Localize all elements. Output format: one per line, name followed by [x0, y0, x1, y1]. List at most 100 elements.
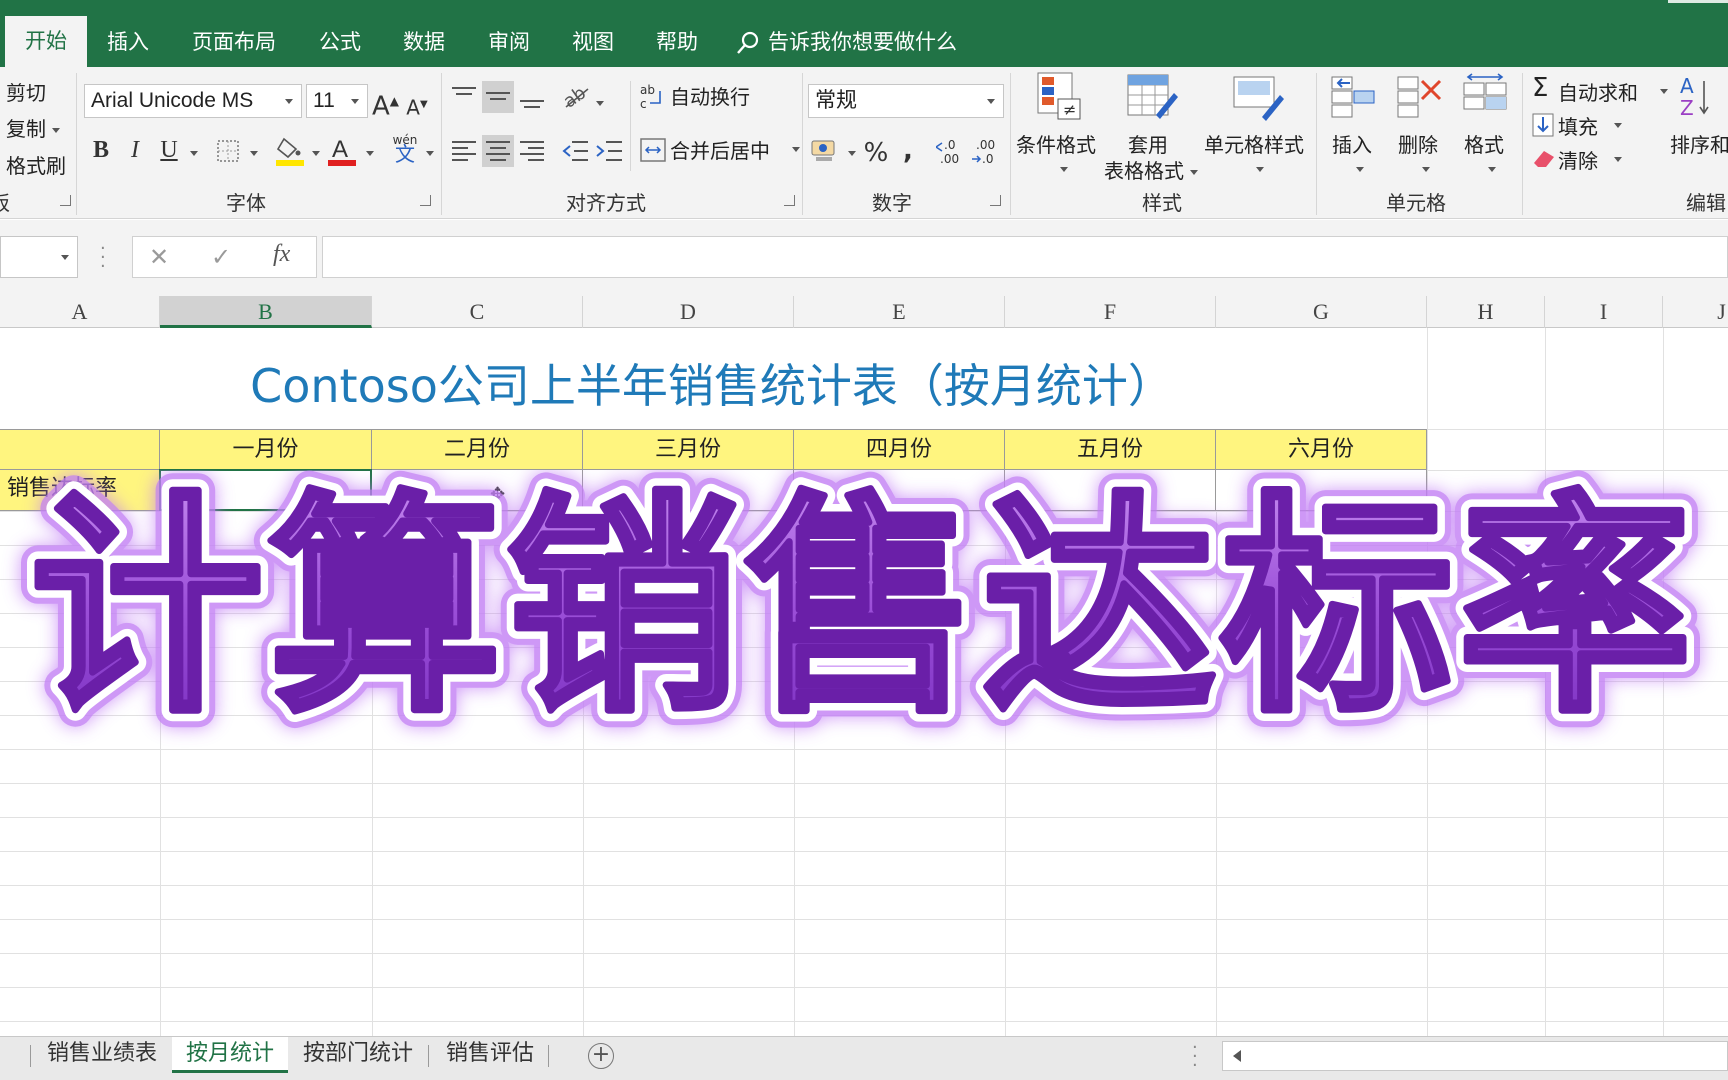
- column-header-b[interactable]: B: [160, 296, 372, 328]
- align-right-icon[interactable]: [516, 135, 548, 167]
- cell-styles-button[interactable]: 单元格样式: [1204, 71, 1308, 183]
- number-format-combo[interactable]: 常规: [808, 84, 1004, 118]
- sheet-tab-evaluation[interactable]: 销售评估: [434, 1037, 546, 1073]
- borders-icon[interactable]: [216, 139, 240, 163]
- delete-cells-button[interactable]: 删除: [1390, 71, 1450, 183]
- font-launcher-icon[interactable]: [420, 195, 431, 206]
- formula-input[interactable]: [322, 236, 1728, 278]
- chevron-down-icon: [351, 99, 359, 104]
- insert-function-icon[interactable]: fx: [273, 241, 290, 268]
- copy-button[interactable]: 复制: [6, 113, 60, 142]
- month-header-1[interactable]: 一月份: [160, 429, 372, 470]
- month-header-5[interactable]: 五月份: [1005, 429, 1216, 470]
- add-sheet-icon[interactable]: +: [588, 1043, 614, 1069]
- align-left-icon[interactable]: [448, 135, 480, 167]
- tab-help[interactable]: 帮助: [641, 22, 713, 67]
- italic-icon[interactable]: I: [120, 134, 150, 166]
- column-header-e[interactable]: E: [794, 296, 1005, 328]
- column-header-h[interactable]: H: [1427, 296, 1545, 328]
- header-cell-a[interactable]: [0, 429, 160, 470]
- sheet-tab-sales-performance[interactable]: 销售业绩表: [36, 1037, 168, 1073]
- percent-style-icon[interactable]: %: [860, 137, 892, 169]
- chevron-down-icon[interactable]: [426, 151, 434, 156]
- tab-view[interactable]: 视图: [557, 22, 629, 67]
- cut-button[interactable]: 剪切: [6, 77, 46, 106]
- increase-font-icon[interactable]: A▲: [372, 85, 399, 123]
- align-center-icon[interactable]: [482, 135, 514, 167]
- column-header-c[interactable]: C: [372, 296, 583, 328]
- chevron-down-icon[interactable]: [250, 151, 258, 156]
- column-header-d[interactable]: D: [583, 296, 794, 328]
- tab-page-layout[interactable]: 页面布局: [180, 22, 288, 67]
- number-launcher-icon[interactable]: [990, 195, 1001, 206]
- align-middle-icon[interactable]: [482, 81, 514, 113]
- name-box[interactable]: [0, 236, 78, 278]
- column-header-j[interactable]: J: [1663, 296, 1728, 328]
- chevron-down-icon: [285, 99, 293, 104]
- column-header-i[interactable]: I: [1545, 296, 1663, 328]
- cancel-icon[interactable]: ✕: [149, 243, 169, 271]
- autosum-label: 自动求和: [1558, 81, 1638, 105]
- svg-text:ab: ab: [560, 82, 590, 111]
- phonetic-guide-icon[interactable]: wén 文: [388, 133, 422, 164]
- align-bottom-icon[interactable]: [516, 81, 548, 113]
- column-header-g[interactable]: G: [1216, 296, 1427, 328]
- month-header-6[interactable]: 六月份: [1216, 429, 1427, 470]
- tab-scroll-splitter[interactable]: · · ·: [1192, 1039, 1198, 1075]
- tab-data[interactable]: 数据: [388, 22, 460, 67]
- decrease-font-icon[interactable]: A▼: [404, 89, 430, 124]
- wrap-text-label: 自动换行: [670, 85, 750, 109]
- horizontal-scrollbar[interactable]: [1222, 1041, 1728, 1071]
- tab-home[interactable]: 开始: [5, 16, 87, 67]
- decrease-decimal-icon[interactable]: .00.0: [972, 137, 1006, 167]
- increase-decimal-icon[interactable]: .0.00: [936, 137, 970, 167]
- accounting-format-icon[interactable]: [810, 137, 840, 165]
- format-cells-button[interactable]: 格式: [1456, 71, 1516, 183]
- column-header-a[interactable]: A: [0, 296, 160, 328]
- cell-styles-icon: [1233, 76, 1284, 121]
- orientation-icon[interactable]: ab: [560, 79, 592, 111]
- alignment-group-label: 对齐方式: [566, 191, 646, 215]
- month-header-3[interactable]: 三月份: [583, 429, 794, 470]
- copy-label: 复制: [6, 117, 46, 141]
- cells-group-label: 单元格: [1386, 191, 1446, 215]
- sheet-tab-monthly[interactable]: 按月统计: [172, 1037, 288, 1073]
- underline-icon[interactable]: U: [154, 134, 184, 166]
- sort-label: 排序和: [1670, 133, 1728, 157]
- chevron-down-icon[interactable]: [848, 151, 856, 156]
- chevron-down-icon[interactable]: [366, 151, 374, 156]
- tab-review[interactable]: 审阅: [473, 22, 545, 67]
- bold-icon[interactable]: B: [86, 134, 116, 166]
- sheet-tab-by-department[interactable]: 按部门统计: [292, 1037, 424, 1073]
- font-color-icon[interactable]: A: [328, 135, 356, 167]
- month-header-4[interactable]: 四月份: [794, 429, 1005, 470]
- svg-text:A: A: [332, 136, 348, 163]
- column-header-f[interactable]: F: [1005, 296, 1216, 328]
- month-header-2[interactable]: 二月份: [372, 429, 583, 470]
- decrease-indent-icon[interactable]: [560, 135, 592, 167]
- chevron-down-icon[interactable]: [190, 151, 198, 156]
- formula-bar-splitter[interactable]: · · ·: [100, 240, 106, 276]
- chevron-down-icon[interactable]: [596, 101, 604, 106]
- editing-group-label: 编辑: [1686, 191, 1726, 215]
- format-painter-button[interactable]: 格式刷: [6, 150, 66, 179]
- fill-color-icon[interactable]: [276, 135, 304, 167]
- clipboard-launcher-icon[interactable]: [60, 195, 71, 206]
- enter-icon[interactable]: ✓: [211, 243, 231, 271]
- tell-me-search[interactable]: 告诉我你想要做什么: [736, 22, 957, 62]
- svg-text:.00: .00: [976, 138, 995, 152]
- comma-style-icon[interactable]: ,: [896, 135, 920, 167]
- tab-formulas[interactable]: 公式: [304, 22, 376, 67]
- sort-filter-button[interactable]: AZ 排序和: [1668, 71, 1728, 183]
- font-size-combo[interactable]: 11: [306, 84, 368, 118]
- format-as-table-button[interactable]: 套用 表格格式: [1102, 71, 1198, 183]
- scroll-left-icon[interactable]: [1233, 1050, 1241, 1062]
- chevron-down-icon[interactable]: [312, 151, 320, 156]
- alignment-launcher-icon[interactable]: [784, 195, 795, 206]
- increase-indent-icon[interactable]: [594, 135, 626, 167]
- conditional-formatting-button[interactable]: ≠ 条件格式: [1016, 71, 1102, 183]
- tab-insert[interactable]: 插入: [92, 22, 164, 67]
- align-top-icon[interactable]: [448, 81, 480, 113]
- insert-cells-button[interactable]: 插入: [1324, 71, 1384, 183]
- font-name-combo[interactable]: Arial Unicode MS: [84, 84, 302, 118]
